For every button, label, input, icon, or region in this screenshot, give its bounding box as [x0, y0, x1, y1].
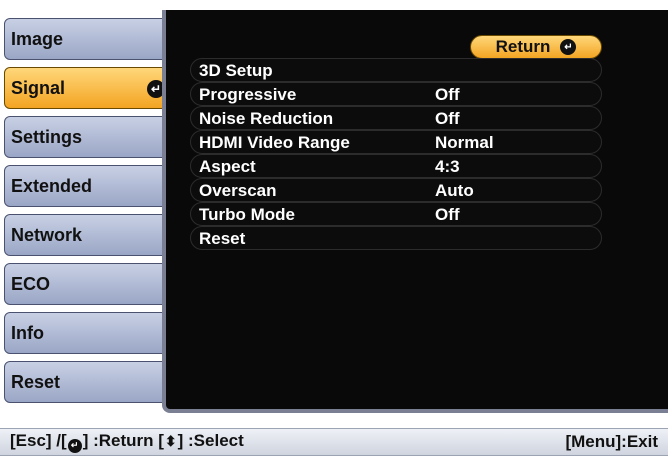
- setting-value: Off: [435, 205, 460, 224]
- tab-settings[interactable]: Settings: [4, 116, 176, 158]
- tab-image[interactable]: Image: [4, 18, 176, 60]
- setting-value: Off: [435, 85, 460, 104]
- tab-label: Extended: [11, 175, 93, 196]
- help-text-exit: [Menu]:Exit: [565, 432, 658, 451]
- help-text-esc: [Esc] /[: [10, 431, 67, 451]
- tab-label: Network: [11, 224, 83, 245]
- enter-icon: ↵: [67, 438, 82, 453]
- tab-label: Settings: [11, 126, 83, 147]
- setting-row-noise-reduction[interactable]: Noise Reduction Off: [190, 106, 602, 130]
- tab-signal[interactable]: Signal ↵: [4, 67, 176, 109]
- up-down-arrow-icon: ⬍: [164, 433, 177, 450]
- setting-value: Off: [435, 109, 460, 128]
- help-text-select: ] :Select: [177, 431, 244, 451]
- settings-list: 3D Setup Progressive Off Noise Reduction…: [190, 58, 602, 250]
- setting-row-hdmi-video-range[interactable]: HDMI Video Range Normal: [190, 130, 602, 154]
- setting-row-overscan[interactable]: Overscan Auto: [190, 178, 602, 202]
- tab-label: Info: [11, 322, 44, 343]
- tab-network[interactable]: Network: [4, 214, 176, 256]
- setting-row-progressive[interactable]: Progressive Off: [190, 82, 602, 106]
- tab-label: Signal: [11, 77, 66, 98]
- setting-value: Normal: [435, 133, 494, 152]
- setting-row-reset[interactable]: Reset: [190, 226, 602, 250]
- tab-extended[interactable]: Extended: [4, 165, 176, 207]
- help-bar: [Esc] /[↵] :Return [⬍] :Select [Menu]:Ex…: [0, 428, 668, 456]
- setting-label: Noise Reduction: [199, 109, 334, 128]
- setting-row-turbo-mode[interactable]: Turbo Mode Off: [190, 202, 602, 226]
- setting-label: 3D Setup: [199, 61, 273, 80]
- tab-reset[interactable]: Reset: [4, 361, 176, 403]
- help-text-left: [Esc] /[↵] :Return [⬍] :Select: [10, 431, 244, 453]
- setting-value: Auto: [435, 181, 474, 200]
- setting-label: Reset: [199, 229, 246, 248]
- return-button[interactable]: Return ↵: [470, 35, 602, 59]
- setting-row-3d-setup[interactable]: 3D Setup: [190, 58, 602, 82]
- tab-label: ECO: [11, 273, 51, 294]
- tab-info[interactable]: Info: [4, 312, 176, 354]
- settings-panel: Return ↵ 3D Setup Progressive Off Noise …: [162, 10, 668, 413]
- enter-icon: ↵: [560, 39, 577, 55]
- setting-label: Progressive: [199, 85, 297, 104]
- setting-row-aspect[interactable]: Aspect 4:3: [190, 154, 602, 178]
- return-label: Return: [495, 37, 551, 56]
- setting-label: HDMI Video Range: [199, 133, 350, 152]
- setting-value: 4:3: [435, 157, 460, 176]
- tab-eco[interactable]: ECO: [4, 263, 176, 305]
- tab-label: Image: [11, 28, 64, 49]
- menu-tabs: Image Signal ↵ Settings Extended Network…: [4, 18, 176, 404]
- setting-label: Aspect: [199, 157, 256, 176]
- setting-label: Turbo Mode: [199, 205, 295, 224]
- help-text-return: ] :Return [: [82, 431, 164, 451]
- tab-label: Reset: [11, 371, 61, 392]
- setting-label: Overscan: [199, 181, 277, 200]
